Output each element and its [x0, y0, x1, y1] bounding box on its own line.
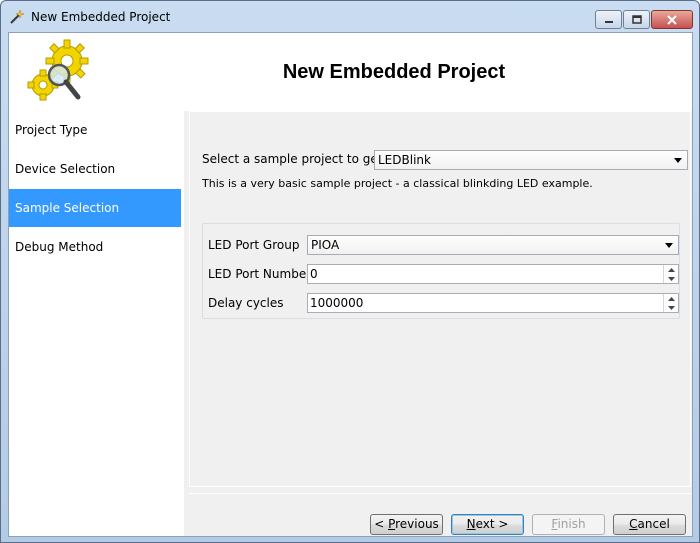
page-title: New Embedded Project [282, 61, 506, 83]
spin-down-icon[interactable] [664, 274, 678, 283]
delay-stepper[interactable]: 1000000 [307, 293, 679, 313]
steps-sidebar: Project Type Device Selection Sample Sel… [9, 111, 184, 536]
chevron-down-icon [674, 158, 682, 163]
chevron-down-icon [665, 243, 673, 248]
port-group-label: LED Port Group [208, 238, 300, 252]
step-debug-method[interactable]: Debug Method [9, 228, 181, 266]
wand-icon [9, 9, 25, 25]
port-group-dropdown[interactable]: PIOA [307, 235, 679, 255]
port-number-value: 0 [310, 267, 318, 281]
wizard-window: New Embedded Project New Embedded Projec… [0, 0, 700, 543]
sample-description: This is a very basic sample project - a … [202, 177, 593, 190]
wizard-client: New Embedded Project Project Type Device… [8, 32, 693, 537]
button-bar: < Previous Next > Finish Cancel [189, 493, 691, 536]
port-number-stepper[interactable]: 0 [307, 264, 679, 284]
previous-button[interactable]: < Previous [370, 514, 443, 535]
parameters-group: LED Port Group PIOA LED Port Number 0 De… [202, 223, 680, 319]
next-button[interactable]: Next > [451, 514, 524, 535]
sample-panel: Select a sample project to generate: LED… [189, 111, 691, 487]
spin-down-icon[interactable] [664, 303, 678, 312]
sample-value: LEDBlink [378, 153, 431, 167]
step-sample-selection[interactable]: Sample Selection [9, 189, 181, 227]
delay-label: Delay cycles [208, 296, 284, 310]
step-device-selection[interactable]: Device Selection [9, 150, 181, 188]
spin-up-icon[interactable] [664, 294, 678, 303]
wizard-header: New Embedded Project [9, 33, 692, 111]
spin-up-icon[interactable] [664, 265, 678, 274]
port-group-value: PIOA [311, 238, 340, 252]
window-title: New Embedded Project [31, 10, 171, 24]
step-project-type[interactable]: Project Type [9, 111, 181, 149]
port-number-label: LED Port Number [208, 267, 312, 281]
delay-value: 1000000 [310, 296, 364, 310]
close-button[interactable] [651, 10, 693, 29]
gears-magnifier-icon [27, 39, 89, 101]
minimize-button[interactable] [595, 10, 622, 29]
title-bar[interactable]: New Embedded Project [1, 1, 699, 32]
maximize-button[interactable] [623, 10, 650, 29]
cancel-button[interactable]: Cancel [613, 514, 686, 535]
sample-dropdown[interactable]: LEDBlink [374, 150, 688, 170]
finish-button[interactable]: Finish [532, 514, 605, 535]
